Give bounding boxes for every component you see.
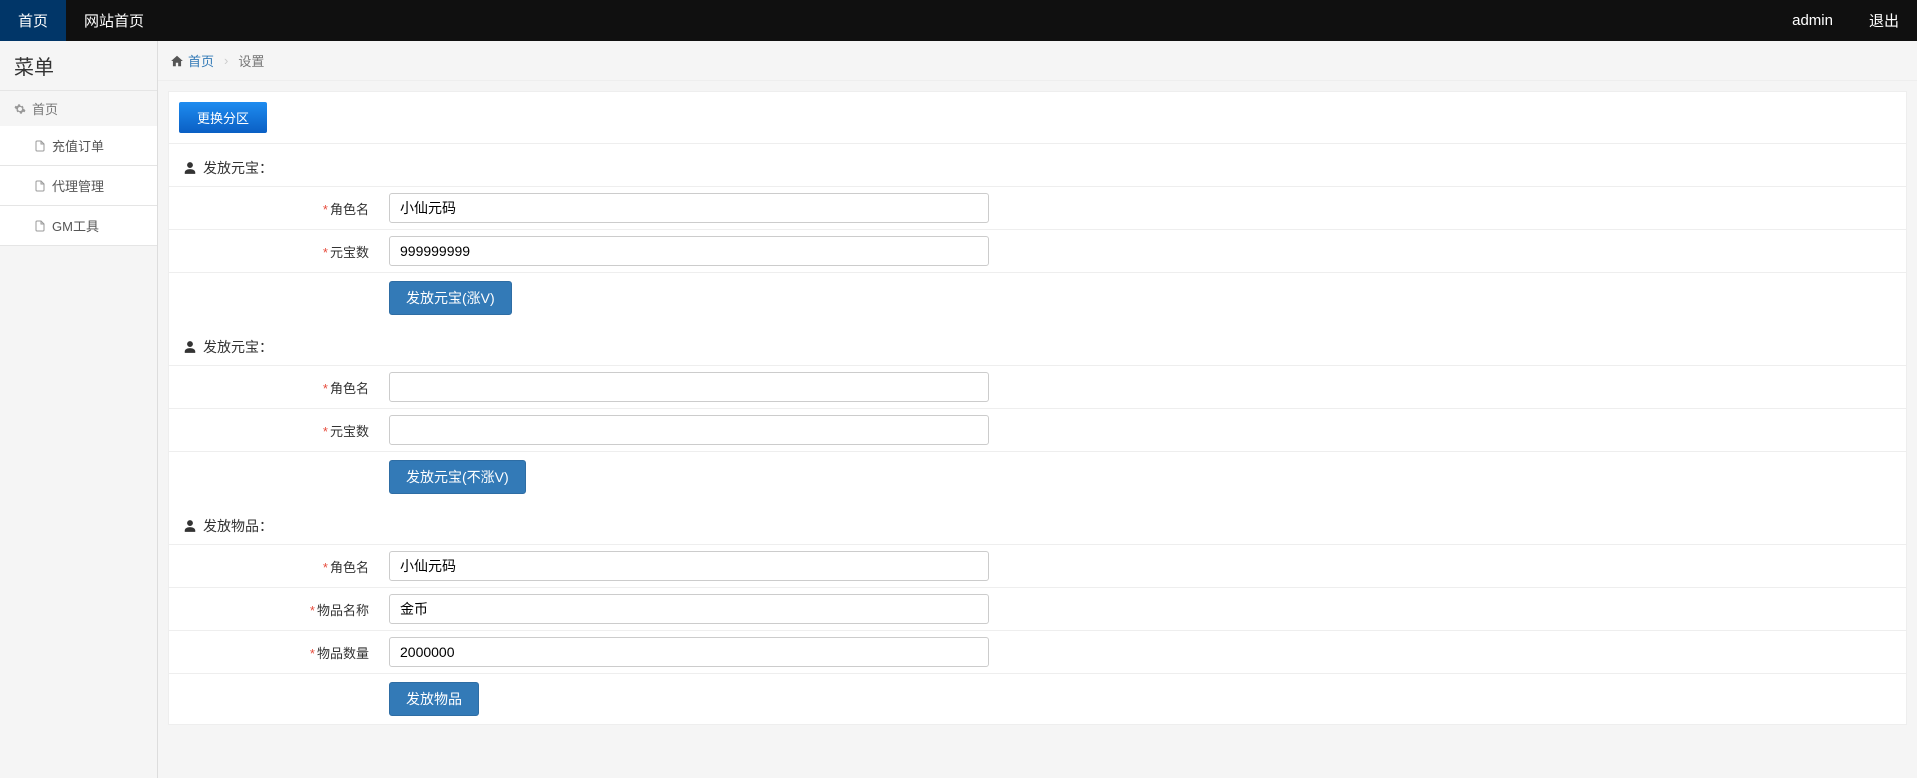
sidebar-item-label: GM工具 [52, 216, 99, 235]
file-icon [34, 220, 46, 232]
section-title-0: 发放元宝： [169, 144, 1906, 186]
amount-input-1[interactable] [389, 415, 989, 445]
section-title-label: 发放元宝： [203, 337, 273, 357]
sidebar-item-recharge[interactable]: 充值订单 [0, 126, 157, 166]
sidebar-title: 菜单 [0, 41, 157, 91]
logout-button[interactable]: 退出 [1851, 0, 1917, 41]
breadcrumb: 首页 › 设置 [158, 41, 1917, 81]
switch-zone-button[interactable]: 更换分区 [179, 102, 267, 133]
breadcrumb-current: 设置 [238, 51, 264, 70]
field-label: 物品名称 [317, 603, 369, 618]
role-name-input-1[interactable] [389, 372, 989, 402]
user-icon [183, 340, 197, 354]
role-name-input-2[interactable] [389, 551, 989, 581]
field-label: 元宝数 [330, 424, 369, 439]
file-icon [34, 140, 46, 152]
sidebar-section-label: 首页 [32, 99, 58, 118]
amount-input-0[interactable] [389, 236, 989, 266]
submit-button-2[interactable]: 发放物品 [389, 682, 479, 716]
file-icon [34, 180, 46, 192]
switch-zone-wrap: 更换分区 [169, 92, 1906, 144]
section-title-2: 发放物品： [169, 502, 1906, 544]
field-label: 元宝数 [330, 245, 369, 260]
field-label: 角色名 [330, 381, 369, 396]
field-label: 角色名 [330, 560, 369, 575]
form-0: *角色名 *元宝数 发放元宝(涨V) [169, 186, 1906, 323]
item-qty-input-2[interactable] [389, 637, 989, 667]
section-title-label: 发放物品： [203, 516, 273, 536]
sidebar-item-label: 代理管理 [52, 176, 104, 195]
nav-home[interactable]: 首页 [0, 0, 66, 41]
section-title-1: 发放元宝： [169, 323, 1906, 365]
nav-site-home[interactable]: 网站首页 [66, 0, 162, 41]
field-label: 物品数量 [317, 646, 369, 661]
submit-button-0[interactable]: 发放元宝(涨V) [389, 281, 512, 315]
user-icon [183, 519, 197, 533]
container: 菜单 首页 充值订单 代理管理 GM工具 [0, 41, 1917, 778]
content: 更换分区 发放元宝： *角色名 *元宝数 [168, 91, 1907, 725]
role-name-input-0[interactable] [389, 193, 989, 223]
topbar: 首页 网站首页 admin 退出 [0, 0, 1917, 41]
sidebar-item-agent[interactable]: 代理管理 [0, 166, 157, 206]
breadcrumb-sep: › [224, 53, 228, 68]
user-label[interactable]: admin [1774, 0, 1851, 41]
home-icon [170, 54, 184, 68]
gear-icon [14, 103, 26, 115]
main: 首页 › 设置 更换分区 发放元宝： *角色名 *元宝数 [158, 41, 1917, 778]
user-icon [183, 161, 197, 175]
section-title-label: 发放元宝： [203, 158, 273, 178]
sidebar-section-home[interactable]: 首页 [0, 91, 157, 126]
item-name-input-2[interactable] [389, 594, 989, 624]
sidebar-item-label: 充值订单 [52, 136, 104, 155]
topbar-spacer [162, 0, 1774, 41]
breadcrumb-home[interactable]: 首页 [188, 51, 214, 70]
sidebar: 菜单 首页 充值订单 代理管理 GM工具 [0, 41, 158, 778]
form-1: *角色名 *元宝数 发放元宝(不涨V) [169, 365, 1906, 502]
field-label: 角色名 [330, 202, 369, 217]
sidebar-item-gmtools[interactable]: GM工具 [0, 206, 157, 246]
form-2: *角色名 *物品名称 *物品数量 发放物品 [169, 544, 1906, 724]
submit-button-1[interactable]: 发放元宝(不涨V) [389, 460, 526, 494]
